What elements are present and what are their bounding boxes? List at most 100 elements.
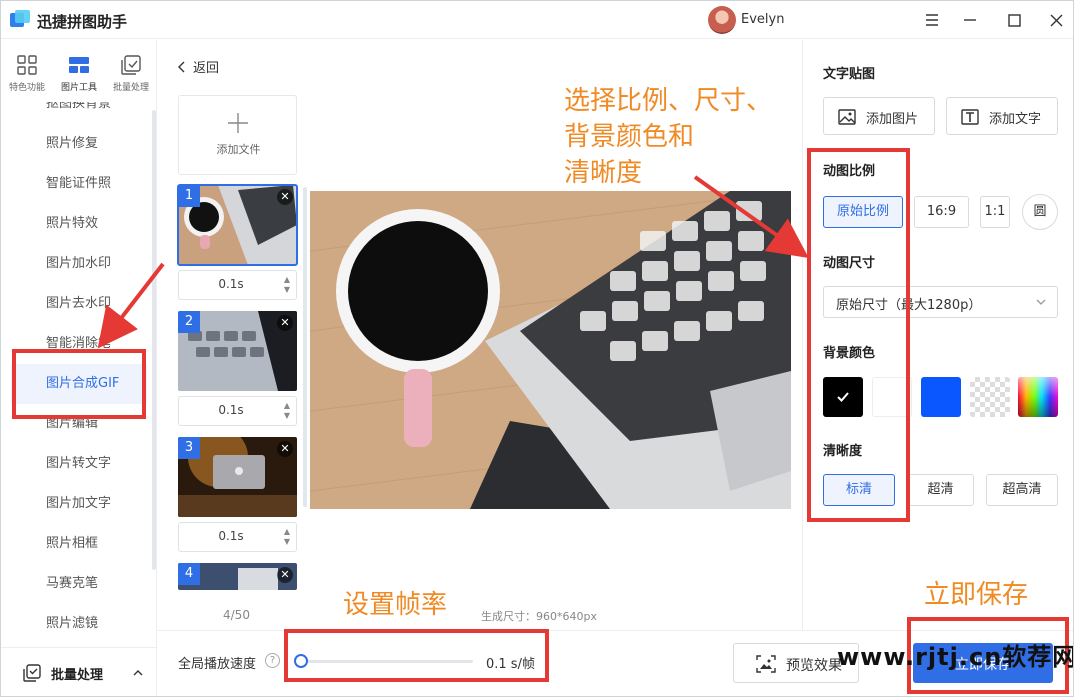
frame-duration-value: 0.1s — [218, 403, 244, 417]
annotation-settings-line-2: 背景颜色和 — [564, 122, 695, 152]
tab-featured-label: 特色功能 — [8, 83, 45, 93]
username[interactable]: Evelyn — [741, 12, 784, 27]
spinner-icon[interactable]: ▲ ▼ — [284, 275, 290, 295]
swatch-custom[interactable] — [1018, 377, 1058, 417]
bg-color-title: 背景颜色 — [823, 346, 876, 361]
frame-close-icon[interactable]: ✕ — [277, 567, 293, 583]
frame-thumb-1[interactable]: 1 ✕ — [177, 184, 298, 266]
sidebar-item-remove-watermark[interactable]: 图片去水印 — [11, 284, 147, 324]
frame-thumb-2[interactable]: 2 ✕ — [178, 311, 297, 391]
clarity-standard[interactable]: 标清 — [823, 474, 895, 506]
sidebar-scrollbar[interactable] — [152, 110, 156, 570]
sidebar-item-eraser[interactable]: 智能消除笔 — [11, 324, 147, 364]
tab-batch[interactable]: 批量处理 — [105, 40, 157, 102]
add-image-button[interactable]: 添加图片 — [823, 97, 935, 135]
ratio-16-9[interactable]: 16:9 — [914, 196, 969, 228]
sidebar-item-filter[interactable]: 照片滤镜 — [11, 604, 147, 644]
speed-slider-track[interactable] — [301, 660, 473, 663]
tab-batch-label: 批量处理 — [112, 83, 149, 93]
sidebar-item-ocr[interactable]: 图片转文字 — [11, 444, 147, 484]
sidebar-item-cutout[interactable]: 抠图换背景 — [11, 102, 147, 124]
add-file-label: 添加文件 — [216, 143, 261, 156]
generated-size: 生成尺寸：960*640px — [481, 610, 597, 623]
grid-icon — [17, 55, 37, 75]
speed-slider-handle[interactable] — [294, 654, 308, 668]
frame-number: 4 — [178, 563, 200, 585]
frame-duration-1[interactable]: 0.1s ▲ ▼ — [178, 270, 297, 300]
app-logo-icon — [10, 10, 30, 27]
chevron-down-icon — [1036, 299, 1046, 305]
sidebar-item-id-photo[interactable]: 智能证件照 — [11, 164, 147, 204]
frame-duration-value: 0.1s — [218, 277, 244, 291]
sidebar-item-add-text[interactable]: 图片加文字 — [11, 484, 147, 524]
frame-duration-2[interactable]: 0.1s ▲ ▼ — [178, 396, 297, 426]
avatar[interactable] — [708, 6, 736, 34]
preview-image — [310, 191, 791, 509]
size-select-value: 原始尺寸（最大1280p） — [836, 298, 982, 313]
annotation-save-now: 立即保存 — [924, 580, 1029, 610]
add-file-button[interactable]: 添加文件 — [178, 95, 297, 175]
ratio-1-1[interactable]: 1:1 — [980, 196, 1010, 228]
clarity-hd[interactable]: 超清 — [907, 474, 974, 506]
add-image-label: 添加图片 — [866, 112, 919, 127]
frame-duration-3[interactable]: 0.1s ▲ ▼ — [178, 522, 297, 552]
sidebar-item-effects[interactable]: 照片特效 — [11, 204, 147, 244]
sidebar: 特色功能 图片工具 批量处理 抠图换背景 照片修复 智能证件照 照片特效 图片加… — [1, 40, 157, 696]
back-link[interactable]: 返回 — [177, 57, 219, 76]
clarity-title: 清晰度 — [823, 444, 863, 459]
annotation-frame-rate: 设置帧率 — [343, 590, 448, 620]
help-icon[interactable]: ? — [265, 653, 280, 668]
spinner-icon[interactable]: ▲ ▼ — [284, 401, 290, 421]
chevron-up-icon[interactable] — [133, 668, 143, 678]
spinner-icon[interactable]: ▲ ▼ — [284, 527, 290, 547]
sidebar-tabs: 特色功能 图片工具 批量处理 — [1, 40, 157, 102]
size-title: 动图尺寸 — [823, 256, 876, 271]
sidebar-item-mosaic[interactable]: 马赛克笔 — [11, 564, 147, 604]
size-select[interactable]: 原始尺寸（最大1280p） — [823, 286, 1058, 318]
text-sticker-title: 文字贴图 — [823, 67, 876, 82]
frame-count: 4/50 — [223, 608, 250, 622]
frame-close-icon[interactable]: ✕ — [277, 315, 293, 331]
sidebar-batch-label: 批量处理 — [51, 668, 104, 683]
tab-image-tools[interactable]: 图片工具 — [53, 40, 105, 102]
maximize-icon[interactable] — [1001, 7, 1027, 33]
add-text-button[interactable]: 添加文字 — [946, 97, 1058, 135]
sidebar-item-gif[interactable]: 图片合成GIF — [11, 364, 147, 404]
frame-number: 3 — [178, 437, 200, 459]
preview-label: 预览效果 — [786, 658, 842, 674]
add-text-label: 添加文字 — [989, 112, 1042, 127]
tab-image-tools-label: 图片工具 — [60, 83, 97, 93]
tab-featured[interactable]: 特色功能 — [1, 40, 53, 102]
frame-close-icon[interactable]: ✕ — [277, 189, 293, 205]
title-bar: 迅捷拼图助手 Evelyn — [1, 1, 1073, 39]
swatch-blue[interactable] — [921, 377, 961, 417]
swatch-black[interactable] — [823, 377, 863, 417]
sidebar-item-add-watermark[interactable]: 图片加水印 — [11, 244, 147, 284]
minimize-icon[interactable] — [957, 7, 983, 33]
sidebar-item-edit[interactable]: 图片编辑 — [11, 404, 147, 444]
frame-thumb-4[interactable]: 4 ✕ — [178, 563, 297, 590]
batch-check-icon — [23, 664, 41, 682]
annotation-settings-line-3: 清晰度 — [564, 158, 643, 188]
swatch-transparent[interactable] — [970, 377, 1010, 417]
app-title: 迅捷拼图助手 — [37, 13, 128, 31]
back-label: 返回 — [193, 61, 220, 76]
sidebar-item-frame[interactable]: 照片相框 — [11, 524, 147, 564]
menu-icon[interactable] — [919, 7, 945, 33]
ratio-title: 动图比例 — [823, 164, 876, 179]
close-icon[interactable] — [1043, 7, 1069, 33]
frame-thumb-3[interactable]: 3 ✕ — [178, 437, 297, 517]
frames-scrollbar[interactable] — [303, 187, 307, 507]
speed-label: 全局播放速度 — [178, 657, 257, 672]
ratio-circle[interactable]: 圆 — [1022, 194, 1058, 230]
frame-number: 1 — [178, 185, 200, 207]
speed-value: 0.1 s/帧 — [486, 657, 535, 672]
sidebar-batch-section[interactable]: 批量处理 — [1, 647, 157, 696]
frame-close-icon[interactable]: ✕ — [277, 441, 293, 457]
watermark: www.rjtj.cn软荐网 — [837, 643, 1074, 671]
swatch-white[interactable] — [872, 377, 912, 417]
sidebar-item-photo-repair[interactable]: 照片修复 — [11, 124, 147, 164]
clarity-uhd[interactable]: 超高清 — [986, 474, 1058, 506]
batch-icon — [121, 55, 141, 75]
ratio-original[interactable]: 原始比例 — [823, 196, 903, 228]
